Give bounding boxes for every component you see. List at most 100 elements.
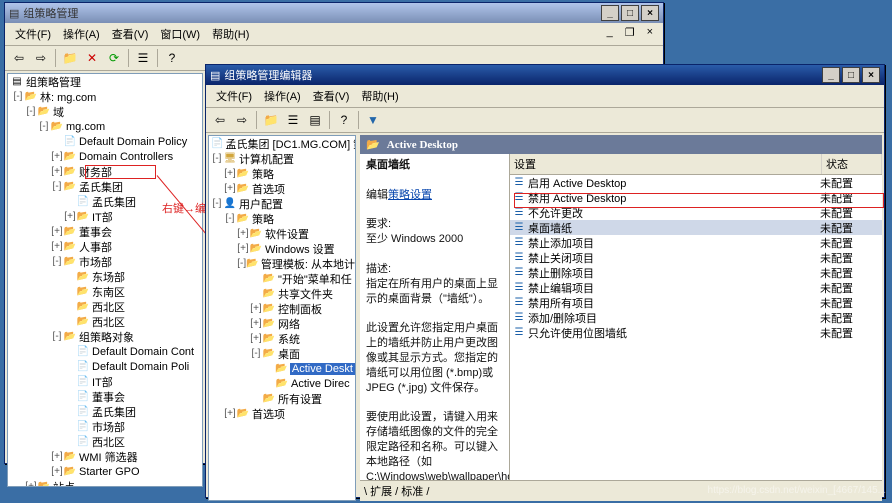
policy-row[interactable]: ☰禁用 Active Desktop未配置 <box>510 190 882 205</box>
tree-item[interactable]: [+]📂IT部 <box>8 209 202 224</box>
forward-button[interactable]: ⇨ <box>232 110 252 130</box>
expand-icon[interactable]: [+] <box>224 183 236 194</box>
tree-item[interactable]: 📄Default Domain Policy <box>8 134 202 149</box>
tree-item[interactable]: [+]📂控制面板 <box>209 301 355 316</box>
expand-icon[interactable]: [+] <box>250 333 262 344</box>
properties-button[interactable]: ☰ <box>133 48 153 68</box>
refresh-button[interactable]: ⟳ <box>104 48 124 68</box>
forward-button[interactable]: ⇨ <box>31 48 51 68</box>
expand-icon[interactable]: [+] <box>250 303 262 314</box>
expand-icon[interactable]: [-] <box>224 213 236 224</box>
up-button[interactable]: 📁 <box>261 110 281 130</box>
tree-item[interactable]: 📂东场部 <box>8 269 202 284</box>
tree-item[interactable]: [-]📂桌面 <box>209 346 355 361</box>
policy-row[interactable]: ☰禁止关闭项目未配置 <box>510 250 882 265</box>
tree-item[interactable]: [+]📂网络 <box>209 316 355 331</box>
policy-row[interactable]: ☰禁止添加项目未配置 <box>510 235 882 250</box>
policy-row[interactable]: ☰桌面墙纸未配置 <box>510 220 882 235</box>
tree-item[interactable]: 📂所有设置 <box>209 391 355 406</box>
tree-item[interactable]: 📄IT部 <box>8 374 202 389</box>
tabs-label[interactable]: 扩展 / 标准 / <box>370 486 429 498</box>
up-button[interactable]: 📁 <box>60 48 80 68</box>
mdi-close-button[interactable]: × <box>643 25 657 39</box>
list-header[interactable]: 设置 状态 <box>510 154 882 175</box>
tree-item[interactable]: [+]📂系统 <box>209 331 355 346</box>
tree-item[interactable]: [+]📂软件设置 <box>209 226 355 241</box>
tree-item[interactable]: 📂Active Direc <box>209 376 355 391</box>
expand-icon[interactable]: [-] <box>51 331 63 342</box>
menu-action[interactable]: 操作(A) <box>59 25 104 43</box>
delete-button[interactable]: ✕ <box>82 48 102 68</box>
expand-icon[interactable]: [-] <box>25 106 37 117</box>
tree-item[interactable]: [+]📂站点 <box>8 479 202 487</box>
tree-item[interactable]: 📄市场部 <box>8 419 202 434</box>
tree-item[interactable]: 📂"开始"菜单和任 <box>209 271 355 286</box>
tree-item[interactable]: 📂西北区 <box>8 314 202 329</box>
maximize-button[interactable]: □ <box>621 5 639 21</box>
expand-icon[interactable]: [+] <box>51 241 63 252</box>
col-state[interactable]: 状态 <box>822 154 882 174</box>
tree-item[interactable]: 📂共享文件夹 <box>209 286 355 301</box>
policy-row[interactable]: ☰禁用所有项目未配置 <box>510 295 882 310</box>
policy-row[interactable]: ☰只允许使用位图墙纸未配置 <box>510 325 882 340</box>
list-button[interactable]: ▤ <box>305 110 325 130</box>
expand-icon[interactable]: [+] <box>224 168 236 179</box>
expand-icon[interactable]: [+] <box>224 408 236 419</box>
help-button[interactable]: ? <box>334 110 354 130</box>
gpmc-tree[interactable]: ▤组策略管理[-]📂林: mg.com[-]📂域[-]📂mg.com📄Defau… <box>7 73 203 487</box>
expand-icon[interactable]: [+] <box>51 166 63 177</box>
expand-icon[interactable]: [+] <box>51 151 63 162</box>
tree-item[interactable]: 📂西北区 <box>8 299 202 314</box>
expand-icon[interactable]: [-] <box>211 198 223 209</box>
gpmc-titlebar[interactable]: ▤ 组策略管理 _ □ × <box>5 3 663 23</box>
mdi-minimize-button[interactable]: _ <box>603 25 617 39</box>
menu-view[interactable]: 查看(V) <box>108 25 153 43</box>
expand-icon[interactable]: [+] <box>250 318 262 329</box>
minimize-button[interactable]: _ <box>822 67 840 83</box>
expand-icon[interactable]: [-] <box>51 256 63 267</box>
expand-icon[interactable]: [+] <box>51 451 63 462</box>
expand-icon[interactable]: [+] <box>64 211 76 222</box>
tree-item[interactable]: [-]📂域 <box>8 104 202 119</box>
tree-item[interactable]: [-]📂孟氏集团 <box>8 179 202 194</box>
tree-item[interactable]: 📄Default Domain Poli <box>8 359 202 374</box>
mdi-restore-button[interactable]: ❐ <box>621 25 639 39</box>
tree-item[interactable]: [+]📂Domain Controllers <box>8 149 202 164</box>
expand-icon[interactable]: [-] <box>250 348 262 359</box>
expand-icon[interactable]: [+] <box>51 226 63 237</box>
tree-item[interactable]: [+]📂Windows 设置 <box>209 241 355 256</box>
maximize-button[interactable]: □ <box>842 67 860 83</box>
tree-item[interactable]: [+]📂Starter GPO <box>8 464 202 479</box>
close-button[interactable]: × <box>862 67 880 83</box>
menu-action[interactable]: 操作(A) <box>260 87 305 105</box>
menu-view[interactable]: 查看(V) <box>309 87 354 105</box>
tree-item[interactable]: [+]📂策略 <box>209 166 355 181</box>
policy-row[interactable]: ☰禁止删除项目未配置 <box>510 265 882 280</box>
help-button[interactable]: ? <box>162 48 182 68</box>
tree-item[interactable]: [+]📂董事会 <box>8 224 202 239</box>
tree-item[interactable]: [-]📂市场部 <box>8 254 202 269</box>
expand-icon[interactable]: [+] <box>237 228 249 239</box>
tree-item[interactable]: [+]📂首选项 <box>209 406 355 421</box>
menu-help[interactable]: 帮助(H) <box>357 87 402 105</box>
filter-button[interactable]: ▼ <box>363 110 383 130</box>
tree-item[interactable]: 📄孟氏集团 [DC1.MG.COM] 策略 <box>209 136 355 151</box>
tree-item[interactable]: [-]📂组策略对象 <box>8 329 202 344</box>
tree-item[interactable]: [-]📂管理模板: 从本地计 <box>209 256 355 271</box>
tree-item[interactable]: [-]👤用户配置 <box>209 196 355 211</box>
tree-item[interactable]: 📄孟氏集团 <box>8 404 202 419</box>
back-button[interactable]: ⇦ <box>9 48 29 68</box>
tree-root[interactable]: ▤组策略管理 <box>8 74 202 89</box>
tree-item[interactable]: [-]📂林: mg.com <box>8 89 202 104</box>
policy-row[interactable]: ☰添加/删除项目未配置 <box>510 310 882 325</box>
expand-icon[interactable]: [+] <box>51 466 63 477</box>
tree-item[interactable]: 📄Default Domain Cont <box>8 344 202 359</box>
menu-file[interactable]: 文件(F) <box>11 25 55 43</box>
tree-item[interactable]: [+]📂财务部 <box>8 164 202 179</box>
tree-item[interactable]: [+]📂首选项 <box>209 181 355 196</box>
back-button[interactable]: ⇦ <box>210 110 230 130</box>
menu-help[interactable]: 帮助(H) <box>208 25 253 43</box>
policy-row[interactable]: ☰不允许更改未配置 <box>510 205 882 220</box>
policy-list-pane[interactable]: 设置 状态 ☰启用 Active Desktop未配置☰禁用 Active De… <box>510 154 882 480</box>
expand-icon[interactable]: [+] <box>237 243 249 254</box>
